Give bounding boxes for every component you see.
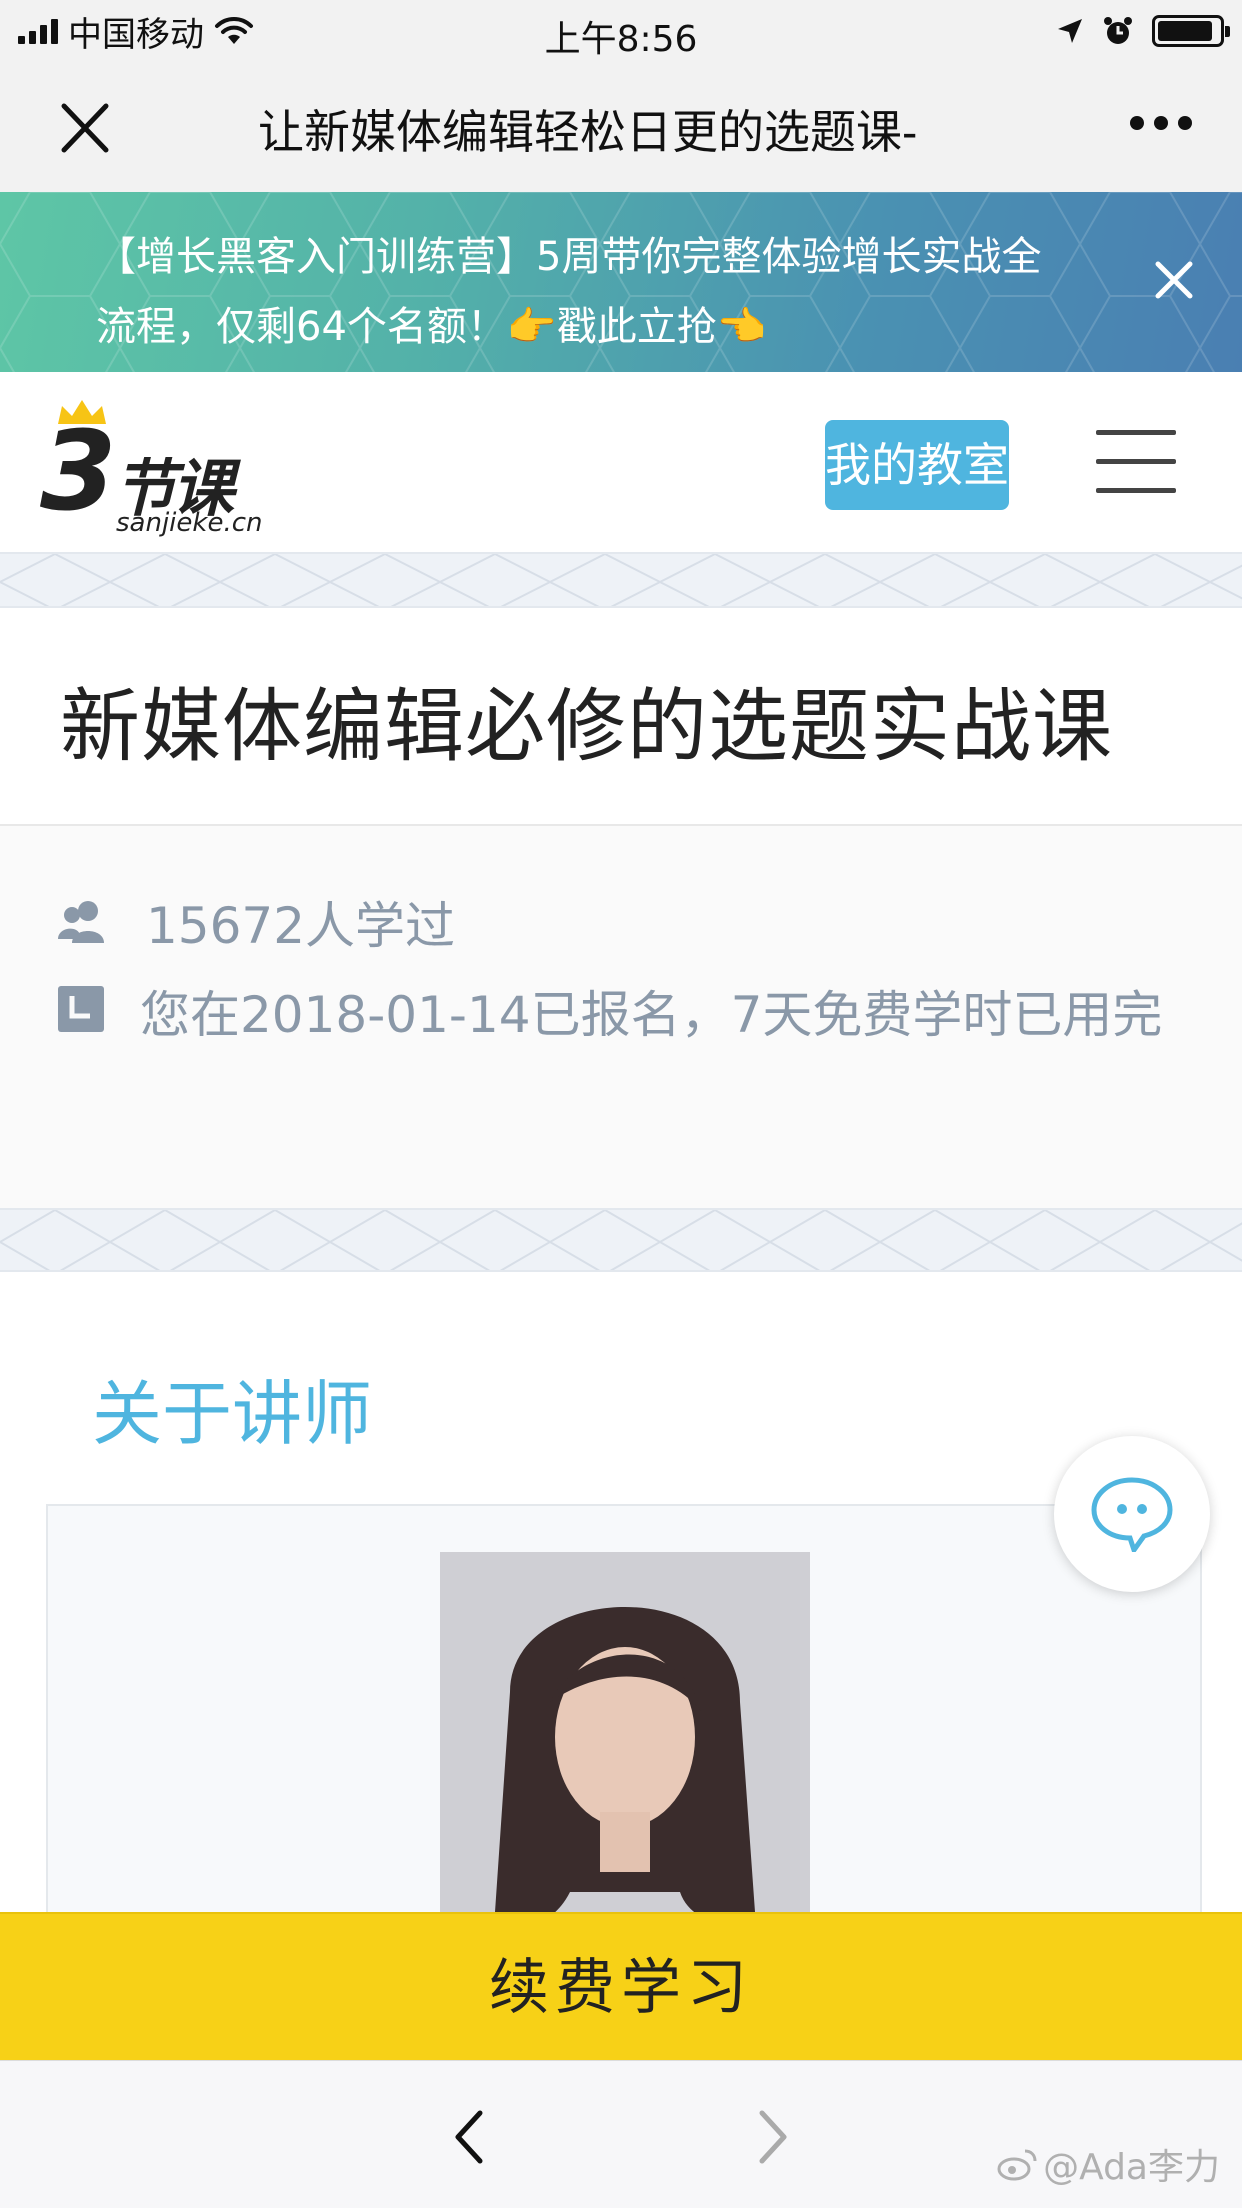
watermark: @Ada李力	[997, 2138, 1220, 2190]
learners-count: 15672人学过	[146, 897, 456, 955]
enrollment-status: 您在2018-01-14已报名，7天免费学时已用完	[140, 986, 1163, 1044]
logo-number: 3	[40, 407, 117, 535]
course-title: 新媒体编辑必修的选题实战课	[60, 680, 1113, 773]
location-arrow-icon	[1058, 19, 1082, 43]
status-right	[1056, 12, 1230, 50]
site-logo[interactable]: 3 节课 sanjieke.cn	[40, 398, 270, 538]
back-arrow-icon[interactable]	[450, 2109, 490, 2165]
learners-row: 15672人学过	[58, 886, 455, 958]
battery-fill	[1158, 21, 1212, 41]
enrollment-row: 您在2018-01-14已报名，7天免费学时已用完	[58, 986, 1162, 1044]
users-icon	[58, 901, 104, 943]
forward-arrow-icon[interactable]	[752, 2109, 792, 2165]
browser-toolbar: @Ada李力	[0, 2060, 1242, 2208]
battery-icon	[1152, 15, 1230, 47]
decorative-strip	[0, 1208, 1242, 1272]
promo-banner[interactable]: 【增长黑客入门训练营】5周带你完整体验增长实战全流程，仅剩64个名额！👉戳此立抢…	[0, 192, 1242, 372]
instructor-section-title: 关于讲师	[92, 1373, 372, 1455]
logo-url: sanjieke.cn	[116, 508, 263, 538]
page-title: 让新媒体编辑轻松日更的选题课-	[258, 96, 1018, 160]
close-icon[interactable]	[50, 98, 120, 158]
calendar-icon	[58, 986, 104, 1032]
my-classroom-button[interactable]: 我的教室	[825, 420, 1009, 510]
hamburger-menu-icon[interactable]	[1096, 430, 1176, 498]
promo-banner-text[interactable]: 【增长黑客入门训练营】5周带你完整体验增长实战全流程，仅剩64个名额！👉戳此立抢…	[96, 222, 1056, 362]
chat-button[interactable]	[1054, 1436, 1210, 1592]
renew-study-button[interactable]: 续费学习	[0, 1912, 1242, 2060]
more-options-icon[interactable]	[1130, 116, 1192, 130]
navigation-bar: 让新媒体编辑轻松日更的选题课-	[0, 62, 1242, 192]
watermark-text: @Ada李力	[1043, 2147, 1220, 2188]
alarm-clock-icon	[1104, 17, 1132, 44]
status-bar: 中国移动 上午8:56	[0, 0, 1242, 62]
weibo-icon	[997, 2149, 1037, 2181]
site-header: 3 节课 sanjieke.cn 我的教室	[0, 372, 1242, 552]
course-meta: 15672人学过 您在2018-01-14已报名，7天免费学时已用完	[0, 826, 1242, 1208]
banner-close-icon[interactable]	[1146, 252, 1202, 308]
chat-bubble-icon	[1091, 1477, 1173, 1552]
decorative-strip	[0, 552, 1242, 608]
